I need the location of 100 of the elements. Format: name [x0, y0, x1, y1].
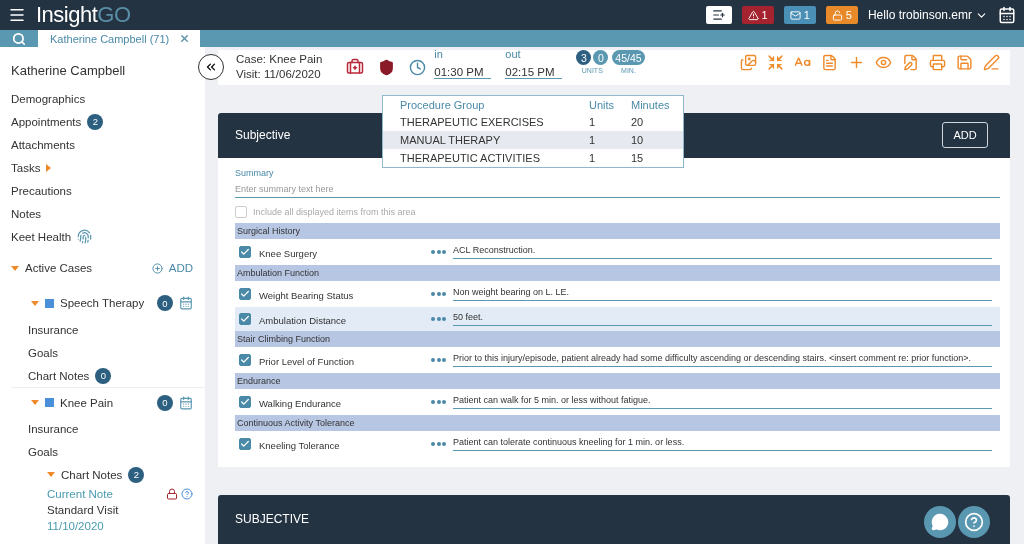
sidebar-item[interactable]: Keet Health — [11, 230, 72, 243]
count-badge: 2 — [128, 466, 145, 483]
checkbox[interactable] — [239, 395, 251, 408]
table-cell-text: 1 — [589, 116, 597, 128]
item-label: Ambulation Distance — [258, 314, 348, 327]
item-value[interactable]: 50 feet. — [453, 311, 992, 326]
caret-icon — [46, 163, 52, 172]
sidebar-item[interactable]: Chart Notes — [28, 369, 90, 382]
sidebar-item[interactable]: Insurance — [28, 422, 79, 435]
sidebar-item[interactable]: Appointments — [11, 115, 82, 128]
save-icon[interactable] — [956, 53, 973, 71]
case-title: Case: Knee Pain — [236, 52, 323, 68]
item-label: Kneeling Tolerance — [258, 439, 341, 452]
card-title: Subjective — [235, 128, 291, 143]
file-edit-icon[interactable] — [902, 53, 919, 71]
calendar-icon[interactable] — [998, 6, 1016, 24]
lock-icon — [166, 488, 178, 500]
fingerprint-icon — [77, 229, 93, 244]
medical-kit-icon[interactable] — [346, 58, 365, 77]
help-icon — [964, 512, 984, 532]
case-name[interactable]: Knee Pain — [60, 396, 114, 409]
count-badge: 0 — [157, 394, 173, 411]
caret-icon[interactable] — [31, 400, 39, 405]
warning-icon — [747, 9, 759, 21]
table-cell-text: MANUAL THERAPY — [400, 134, 502, 146]
lock-icon — [831, 9, 843, 21]
caret-icon[interactable] — [11, 265, 19, 271]
notification-badge[interactable]: 1 — [741, 6, 774, 24]
item-value[interactable]: Non weight bearing on L. LE. — [453, 286, 992, 301]
shield-icon[interactable] — [378, 58, 396, 76]
clock-icon[interactable] — [409, 58, 427, 76]
menu-icon[interactable] — [8, 6, 26, 24]
time-label: out — [505, 47, 522, 60]
plus-circle-icon[interactable] — [151, 262, 163, 274]
item-label: Walking Endurance — [258, 397, 343, 410]
table-cell-text: THERAPEUTIC ACTIVITIES — [400, 152, 541, 164]
print-icon[interactable] — [929, 53, 946, 71]
list-add-icon — [711, 8, 726, 22]
chat-icon — [931, 513, 949, 531]
checkbox-label: Include all displayed items from this area — [253, 206, 416, 217]
checkbox[interactable] — [239, 287, 251, 300]
add-list-button[interactable] — [705, 6, 732, 24]
item-value[interactable]: Patient can tolerate continuous kneeling for 1 min. or less. — [453, 436, 992, 451]
checkbox[interactable] — [239, 353, 251, 366]
mail-icon — [789, 9, 801, 21]
app-logo: InsightGO — [36, 2, 131, 28]
add-button[interactable]: ADD — [942, 122, 988, 149]
item-value[interactable]: Patient can walk for 5 min. or less without fatigue. — [453, 394, 992, 409]
case-color-square — [45, 298, 54, 308]
item-value[interactable]: Prior to this injury/episode, patient already had some difficulty ascending or descending stairs. <insert comment re: prior function>. — [453, 352, 992, 367]
checkbox[interactable] — [239, 437, 251, 450]
images-icon[interactable] — [740, 53, 757, 71]
pen-icon[interactable] — [983, 53, 1000, 71]
close-icon[interactable] — [179, 33, 191, 44]
sidebar-item[interactable]: Attachments — [11, 138, 75, 151]
patient-name: Katherine Campbell — [11, 63, 127, 78]
count-badge: 0 — [157, 295, 173, 311]
time-out-field[interactable]: 02:15 PM — [505, 65, 563, 79]
sidebar-item[interactable]: Precautions — [11, 184, 72, 197]
table-cell-text: THERAPEUTIC EXERCISES — [400, 116, 545, 128]
sidebar-item[interactable]: Demographics — [11, 92, 86, 105]
sidebar-item[interactable]: Insurance — [28, 323, 79, 336]
sidebar-item[interactable]: Goals — [28, 346, 59, 359]
table-cell-text: 20 — [631, 116, 645, 128]
table-cell-text: 10 — [631, 134, 645, 146]
case-color-square — [45, 398, 54, 407]
sidebar-item[interactable]: Notes — [11, 207, 42, 220]
document-icon[interactable] — [821, 53, 838, 71]
column-header: Units — [589, 99, 616, 111]
help-icon[interactable] — [181, 488, 193, 500]
item-row[interactable]: Ambulation Distance 50 feet. — [235, 306, 1000, 331]
help-button[interactable] — [958, 506, 990, 538]
sidebar-item[interactable]: Tasks — [11, 161, 41, 174]
shrink-icon[interactable] — [767, 53, 784, 71]
item-label: Prior Level of Function — [258, 355, 356, 368]
procedure-row[interactable]: MANUAL THERAPY 1 10 — [383, 131, 683, 149]
checkbox[interactable] — [239, 312, 251, 325]
checkbox[interactable] — [239, 245, 251, 258]
sidebar-item[interactable]: Chart Notes — [61, 468, 123, 481]
case-name[interactable]: Speech Therapy — [60, 297, 145, 309]
sidebar-item[interactable]: Goals — [28, 445, 59, 458]
add-link[interactable]: ADD — [168, 262, 193, 274]
time-in-field[interactable]: 01:30 PM — [434, 65, 492, 79]
table-cell-text: 15 — [631, 152, 645, 164]
caret-icon[interactable] — [31, 300, 39, 306]
user-menu[interactable]: Hello trobinson.emr — [867, 8, 988, 22]
table-cell-text: 1 — [589, 134, 597, 146]
item-label: Knee Surgery — [258, 247, 319, 260]
chat-button[interactable] — [924, 506, 956, 538]
notification-badge[interactable]: 1 — [783, 6, 816, 24]
visit-date: Visit: 11/06/2020 — [236, 67, 322, 83]
caret-icon[interactable] — [47, 472, 55, 477]
note-date: 11/10/2020 — [47, 519, 105, 534]
section-header: Surgical History — [235, 222, 1000, 239]
units-badge[interactable]: 3 — [576, 50, 592, 66]
section-title: Active Cases — [25, 262, 93, 274]
search-icon[interactable] — [12, 31, 26, 46]
patient-tab[interactable]: Katherine Campbell (71) — [38, 30, 200, 47]
item-value[interactable]: ACL Reconstruction. — [453, 244, 992, 259]
checkbox[interactable] — [235, 205, 247, 218]
